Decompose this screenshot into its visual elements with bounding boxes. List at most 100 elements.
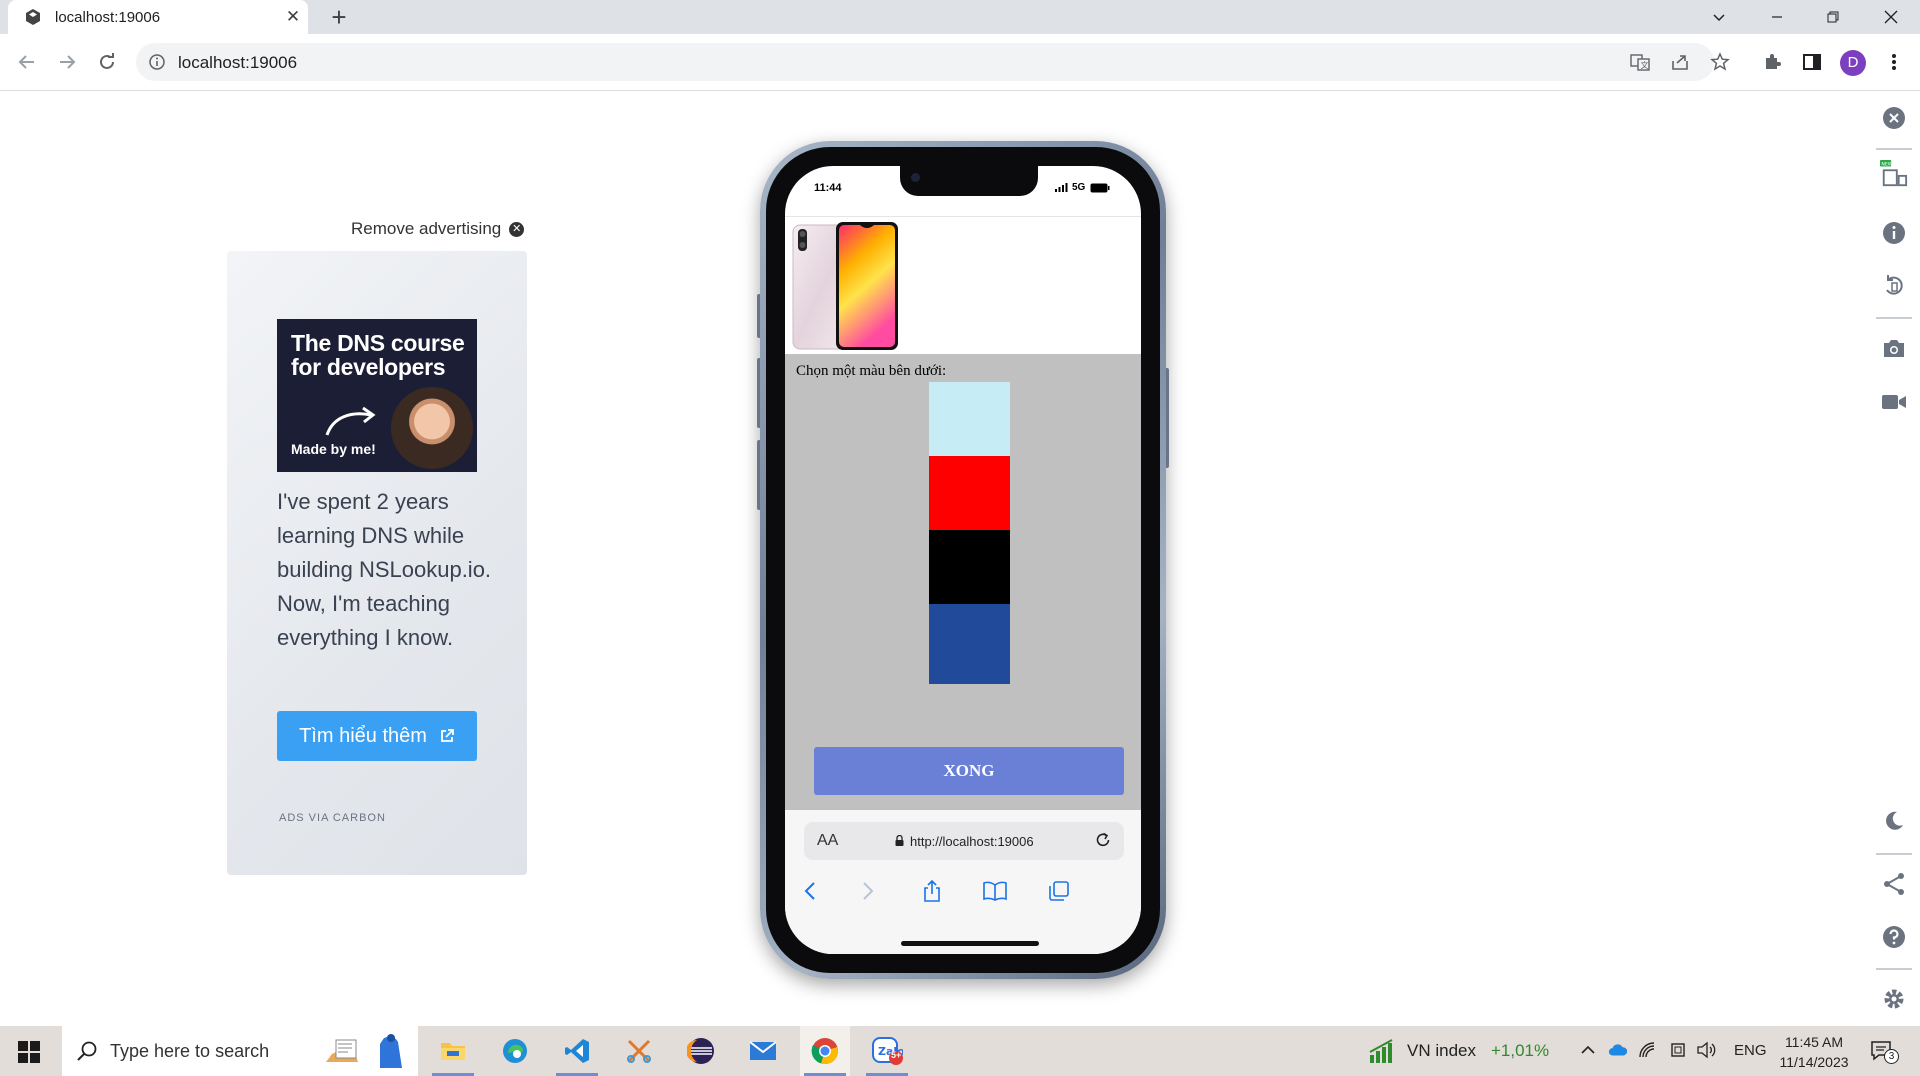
side-divider — [1876, 968, 1912, 970]
remove-advertising-label: Remove advertising — [351, 219, 502, 238]
rotate-button[interactable] — [1880, 272, 1908, 300]
swatch-red[interactable] — [929, 456, 1010, 536]
ad-body-text[interactable]: I've spent 2 years learning DNS while bu… — [277, 485, 497, 655]
status-bar-time: 11:44 — [814, 182, 842, 194]
extensions-button[interactable] — [1760, 50, 1784, 74]
close-preview-button[interactable] — [1880, 104, 1908, 132]
taskbar-clock[interactable]: 11:45 AM 11/14/2023 — [1774, 1032, 1854, 1072]
remove-advertising-link[interactable]: Remove advertising ✕ — [351, 219, 525, 239]
notification-center-button[interactable]: 3 — [1870, 1039, 1899, 1064]
tray-volume[interactable] — [1696, 1040, 1716, 1060]
tray-onedrive[interactable] — [1608, 1040, 1628, 1060]
help-icon — [1883, 926, 1905, 948]
taskbar-search-box[interactable]: Type here to search — [62, 1026, 418, 1076]
home-indicator — [901, 941, 1039, 946]
done-button[interactable]: XONG — [814, 747, 1124, 795]
phone-bezel: 11:44 5G Chọn một màu bên dưới: XONG AA … — [766, 147, 1160, 973]
safari-address-bar[interactable]: AA http://localhost:19006 — [804, 822, 1124, 860]
bookmark-star-icon[interactable] — [1710, 52, 1730, 72]
close-window-button[interactable] — [1866, 0, 1916, 34]
puzzle-icon — [1766, 54, 1781, 69]
taskbar-mail[interactable] — [738, 1026, 788, 1076]
tray-network[interactable] — [1638, 1040, 1658, 1060]
book-icon — [983, 881, 1007, 901]
help-button[interactable] — [1880, 923, 1908, 951]
safari-tabs-button[interactable] — [1046, 878, 1072, 904]
reload-button[interactable] — [93, 48, 121, 76]
swatch-light-blue[interactable] — [929, 382, 1010, 462]
taskbar-edge[interactable] — [490, 1026, 540, 1076]
settings-button[interactable] — [1880, 985, 1908, 1013]
curved-arrow-icon — [325, 406, 376, 436]
chevron-right-icon — [863, 882, 874, 900]
ad-image[interactable]: The DNS course for developers Made by me… — [277, 319, 477, 472]
author-portrait — [391, 387, 473, 469]
tray-overflow-button[interactable] — [1578, 1040, 1598, 1060]
side-divider — [1876, 317, 1912, 319]
search-icon — [77, 1041, 97, 1061]
restore-button[interactable] — [1808, 0, 1858, 34]
new-tab-button[interactable]: + — [326, 3, 352, 31]
expo-favicon-icon — [26, 9, 40, 25]
more-vertical-icon — [1892, 54, 1896, 70]
gear-icon — [1884, 989, 1904, 1009]
screenshot-button[interactable] — [1880, 334, 1908, 362]
signal-bars-icon — [1055, 183, 1068, 192]
taskbar-snipping-tool[interactable] — [614, 1026, 664, 1076]
share-icon[interactable] — [1670, 52, 1690, 72]
browser-tab[interactable]: localhost:19006 ✕ — [8, 0, 308, 34]
forward-button[interactable] — [53, 48, 81, 76]
profile-avatar[interactable]: D — [1840, 50, 1866, 76]
info-button[interactable] — [1880, 219, 1908, 247]
taskbar-vscode[interactable] — [552, 1026, 602, 1076]
text-size-button[interactable]: AA — [817, 832, 838, 850]
swatch-black[interactable] — [929, 530, 1010, 610]
translate-icon[interactable]: 文 — [1630, 52, 1650, 72]
reload-icon[interactable] — [1094, 831, 1112, 849]
minimize-button[interactable] — [1752, 0, 1802, 34]
safari-back-button[interactable] — [797, 878, 823, 904]
swatch-navy-blue[interactable] — [929, 604, 1010, 684]
safari-share-button[interactable] — [919, 878, 945, 904]
address-bar[interactable]: localhost:19006 文 — [136, 43, 1730, 81]
learn-more-button[interactable]: Tìm hiểu thêm — [277, 711, 477, 761]
windows-start-icon[interactable] — [18, 1041, 40, 1063]
record-button[interactable] — [1880, 388, 1908, 416]
ads-via-carbon-link[interactable]: ADS VIA CARBON — [279, 812, 386, 824]
battery-icon — [1090, 183, 1110, 192]
safari-forward-button[interactable] — [855, 878, 881, 904]
side-panel-button[interactable] — [1800, 50, 1824, 74]
stock-label[interactable]: VN index — [1407, 1041, 1476, 1061]
input-language[interactable]: ENG — [1734, 1042, 1767, 1059]
stock-change[interactable]: +1,01% — [1491, 1041, 1549, 1061]
carbon-ad-card: The DNS course for developers Made by me… — [227, 251, 527, 875]
dark-mode-button[interactable] — [1880, 807, 1908, 835]
external-link-icon — [441, 729, 454, 742]
phone-product-image[interactable] — [792, 221, 912, 351]
tray-device[interactable] — [1668, 1040, 1688, 1060]
chrome-menu-button[interactable] — [1882, 50, 1906, 74]
tab-close-icon[interactable]: ✕ — [282, 6, 304, 28]
address-url[interactable]: localhost:19006 — [178, 53, 297, 73]
taskbar-file-explorer[interactable] — [428, 1026, 478, 1076]
taskbar-zalo[interactable]: Zalo 5+ — [862, 1026, 912, 1076]
safari-url-text[interactable]: http://localhost:19006 — [910, 834, 1034, 849]
scissors-icon — [627, 1039, 651, 1063]
status-bar-network: 5G — [1055, 182, 1110, 193]
share-preview-button[interactable] — [1880, 870, 1908, 898]
site-info-icon[interactable] — [149, 54, 165, 70]
camera-icon — [1884, 340, 1904, 357]
device-icon — [1671, 1043, 1685, 1057]
minimize-icon — [1772, 16, 1782, 18]
front-camera — [911, 173, 920, 182]
stock-chart-icon[interactable] — [1368, 1038, 1396, 1064]
vscode-icon — [565, 1039, 589, 1063]
mail-icon — [749, 1041, 777, 1060]
taskbar-chrome[interactable] — [800, 1026, 850, 1076]
device-toggle-button[interactable]: NEW — [1880, 160, 1908, 188]
eclipse-icon — [687, 1038, 714, 1064]
taskbar-eclipse[interactable] — [676, 1026, 726, 1076]
back-button[interactable] — [13, 48, 41, 76]
tab-search-button[interactable] — [1694, 0, 1744, 34]
safari-bookmarks-button[interactable] — [982, 878, 1008, 904]
